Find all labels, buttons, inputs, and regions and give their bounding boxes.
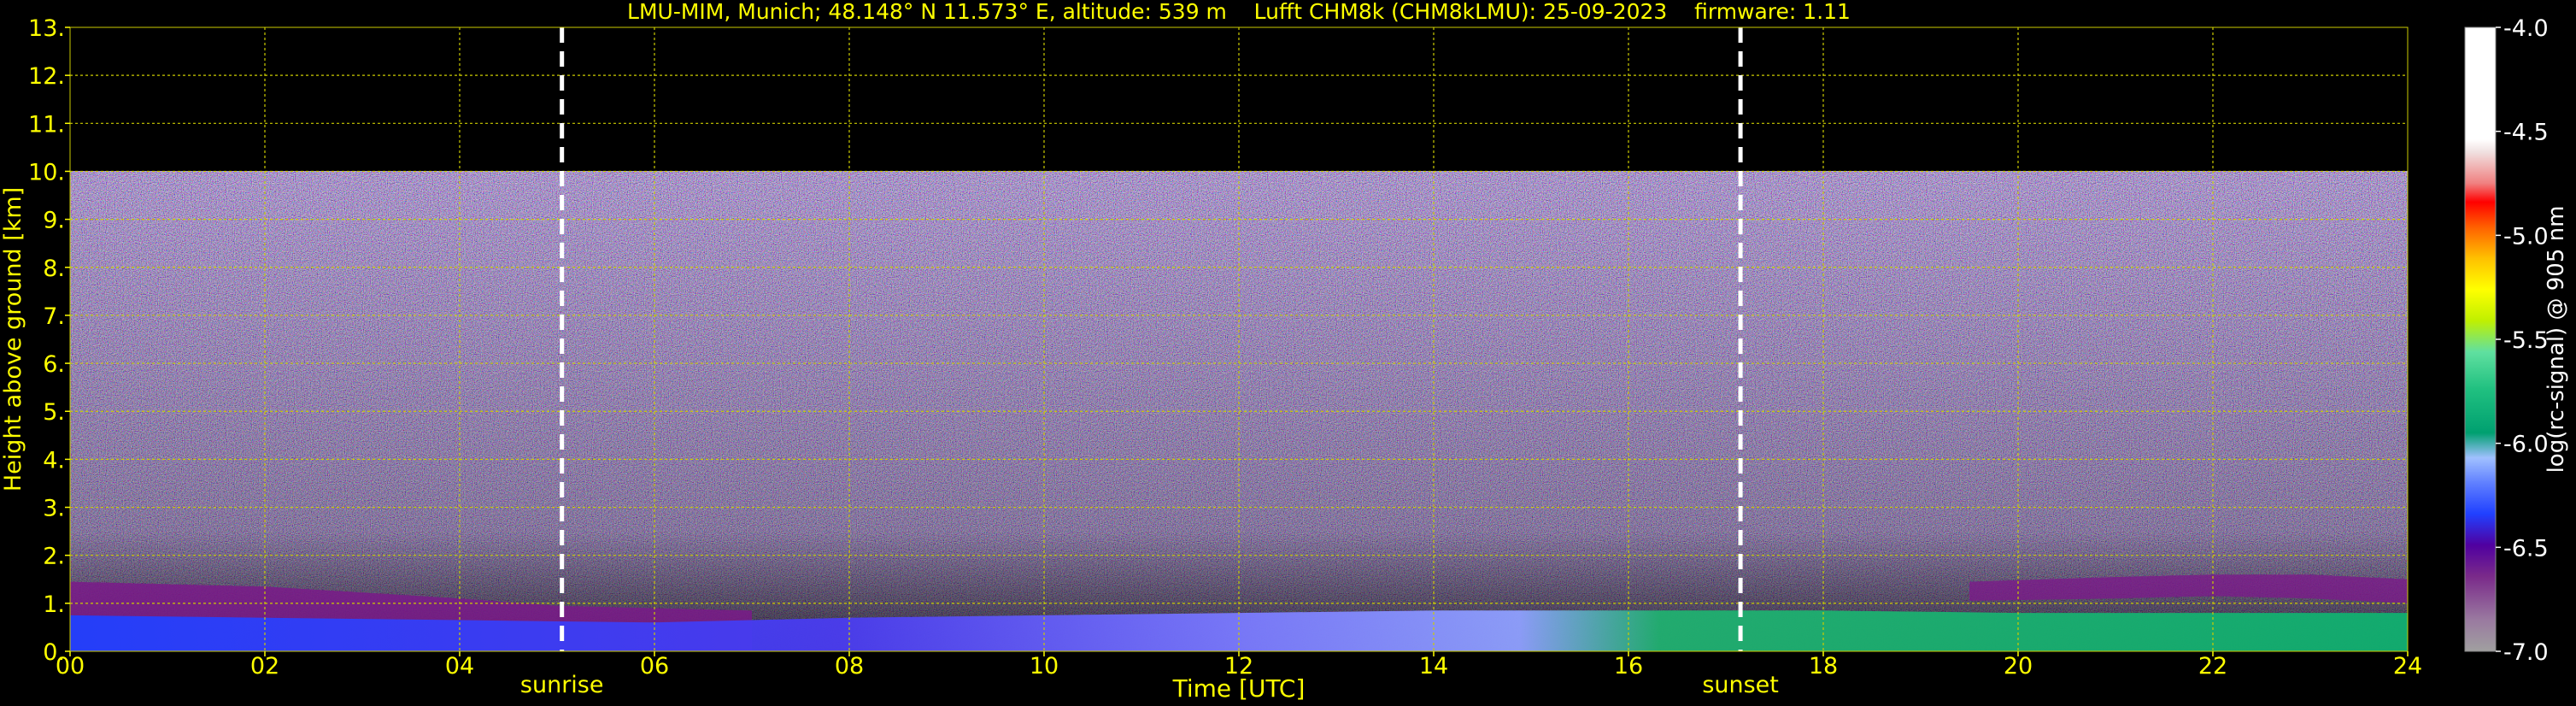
y-tick-label: 13. (28, 15, 65, 42)
y-tick-label: 3. (43, 496, 65, 522)
y-tick-label: 6. (43, 351, 65, 378)
sunrise-label: sunrise (520, 672, 604, 698)
x-axis-label: Time [UTC] (1172, 674, 1306, 703)
colorbar-label: log(rc-signal) @ 905 nm (2544, 206, 2569, 474)
y-tick-label: 4. (43, 447, 65, 474)
y-tick-label: 11. (28, 111, 65, 138)
x-tick-label: 00 (56, 653, 85, 680)
x-tick-label: 04 (445, 653, 474, 680)
ceilometer-figure: 0.1.2.3.4.5.6.7.8.9.10.11.12.13. 00 02 04 0… (0, 0, 2576, 706)
y-tick-label: 5. (43, 399, 65, 426)
colorbar-tick-label: -6.5 (2503, 535, 2549, 562)
x-tick-label: 06 (640, 653, 669, 680)
x-tick-label: 14 (1419, 653, 1448, 680)
x-tick-label: 18 (1809, 653, 1838, 680)
x-tick-label: 08 (835, 653, 864, 680)
y-tick-label: 12. (28, 63, 65, 90)
colorbar-tick-label: -6.0 (2503, 432, 2549, 458)
colorbar-tick-label: -5.0 (2503, 223, 2549, 250)
y-tick-label: 1. (43, 591, 65, 618)
y-tick-label: 10. (28, 159, 65, 185)
colorbar-ramp (2465, 27, 2496, 651)
y-axis-label: Height above ground [km] (0, 187, 26, 491)
y-tick-label: 8. (43, 256, 65, 282)
colorbar-tick-label: -5.5 (2503, 327, 2549, 354)
x-tick-label: 24 (2393, 653, 2422, 680)
x-tick-label: 10 (1030, 653, 1059, 680)
colorbar-tick-label: -4.0 (2503, 15, 2549, 42)
sunset-label: sunset (1702, 672, 1779, 698)
colorbar-tick-label: -4.5 (2503, 120, 2549, 146)
y-tick-label: 2. (43, 544, 65, 570)
y-tick-label: 7. (43, 303, 65, 330)
x-tick-label: 16 (1614, 653, 1643, 680)
x-tick-label: 22 (2198, 653, 2227, 680)
y-tick-label: 9. (43, 208, 65, 234)
x-tick-label: 20 (2004, 653, 2033, 680)
colorbar-tick-label: -7.0 (2503, 639, 2549, 666)
chart-title: LMU-MIM, Munich; 48.148° N 11.573° E, al… (627, 0, 1851, 24)
x-tick-label: 02 (250, 653, 279, 680)
